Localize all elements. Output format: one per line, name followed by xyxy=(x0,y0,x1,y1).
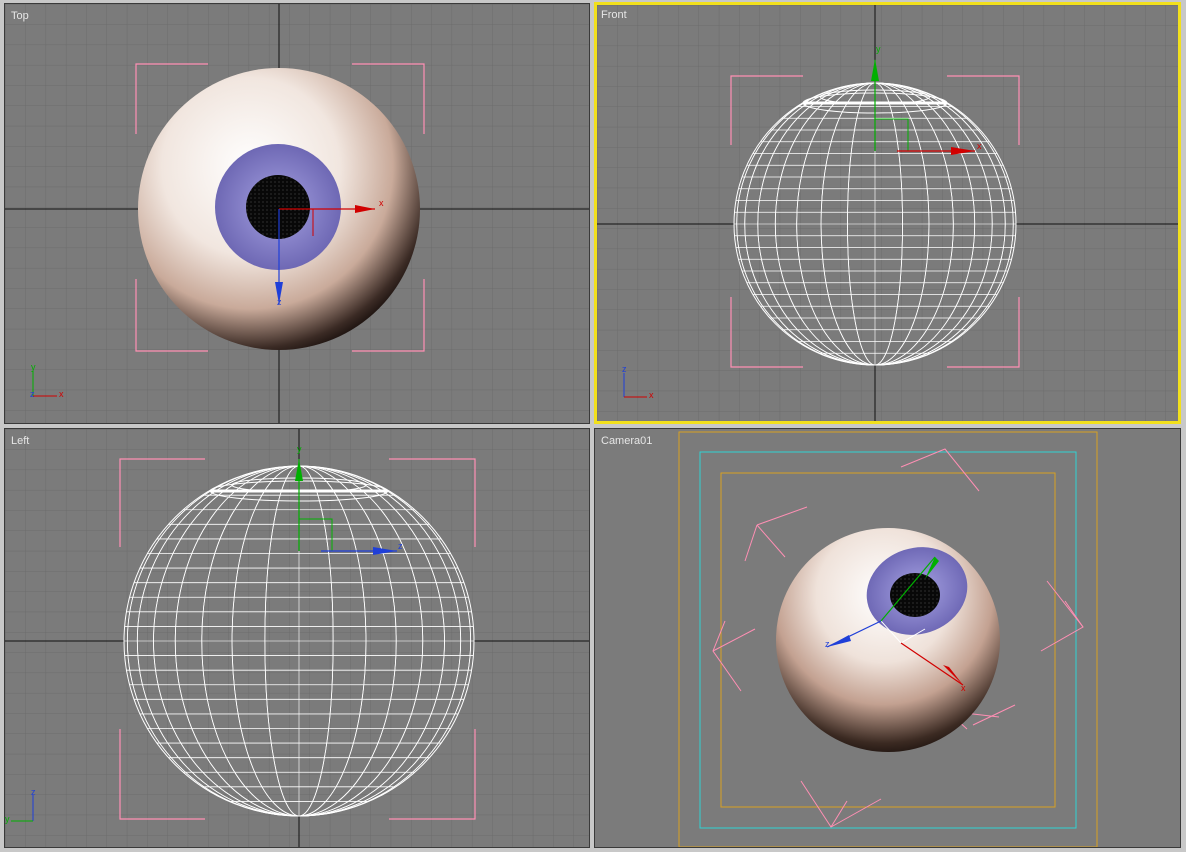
axis-x-label: x xyxy=(379,198,384,208)
viewport-top-canvas[interactable]: x z y x z xyxy=(5,4,590,424)
axis-z-label: z xyxy=(277,297,282,307)
svg-text:y: y xyxy=(297,444,302,454)
svg-text:x: x xyxy=(961,683,966,693)
viewport-camera-canvas[interactable]: z x xyxy=(595,429,1181,848)
svg-text:y: y xyxy=(5,814,10,824)
pupil xyxy=(246,175,310,239)
svg-text:x: x xyxy=(649,390,654,400)
viewport-label-left[interactable]: Left xyxy=(11,435,29,447)
svg-text:z: z xyxy=(30,389,35,399)
svg-text:x: x xyxy=(977,141,982,151)
svg-text:z: z xyxy=(825,639,830,649)
svg-text:z: z xyxy=(31,787,36,797)
viewport-label-front[interactable]: Front xyxy=(601,9,627,21)
viewport-label-camera[interactable]: Camera01 xyxy=(601,435,652,447)
viewport-left[interactable]: y z z y Left xyxy=(4,428,590,848)
svg-text:y: y xyxy=(31,362,36,372)
pupil xyxy=(890,573,940,617)
svg-text:z: z xyxy=(398,541,403,551)
viewport-camera[interactable]: z x Camera01 xyxy=(594,428,1181,848)
svg-text:y: y xyxy=(876,44,881,54)
viewport-top[interactable]: x z y x z Top xyxy=(4,3,590,424)
viewport-label-top[interactable]: Top xyxy=(11,10,29,22)
svg-text:z: z xyxy=(622,364,627,374)
viewport-front[interactable]: y x z x Front xyxy=(594,2,1181,424)
viewport-front-canvas[interactable]: y x z x xyxy=(597,5,1178,421)
viewport-left-canvas[interactable]: y z z y xyxy=(5,429,590,848)
svg-text:x: x xyxy=(59,389,64,399)
